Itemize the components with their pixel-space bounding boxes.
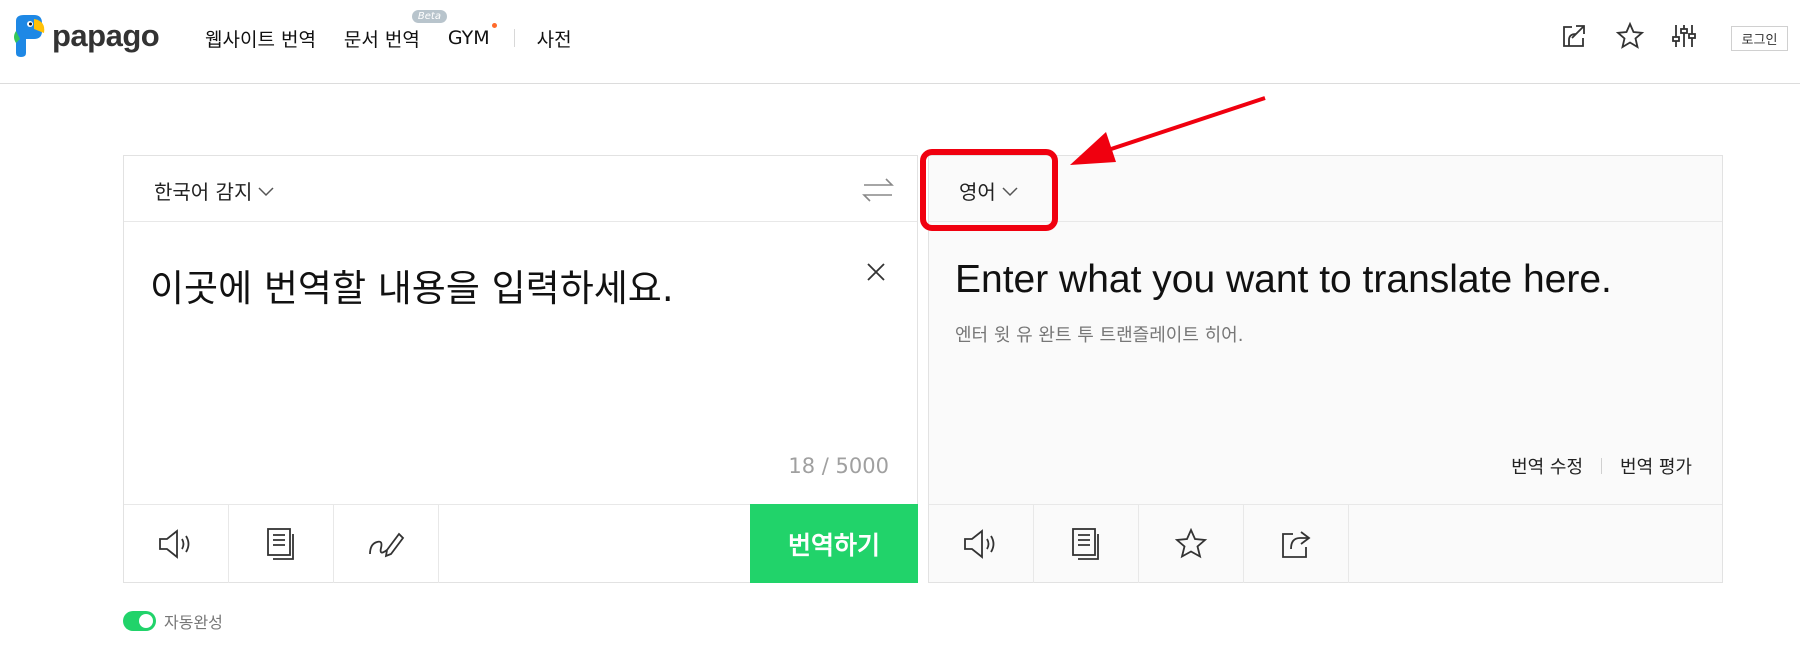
annotation-arrow-icon	[1070, 96, 1266, 165]
source-language-select[interactable]: 한국어 감지	[154, 176, 274, 205]
pronunciation-text: 엔터 윗 유 완트 투 트랜즐레이트 히어.	[955, 325, 1244, 346]
translation-feedback-links: 번역 수정 번역 평가	[1511, 453, 1692, 479]
top-header: papago 웹사이트 번역 문서 번역 Beta GYM 사전 로그인	[0, 0, 1800, 84]
rate-translation-link[interactable]: 번역 평가	[1620, 453, 1692, 479]
language-highlight-box	[920, 149, 1058, 231]
translated-text: Enter what you want to translate here.	[955, 258, 1612, 301]
source-text-input[interactable]: 이곳에 번역할 내용을 입력하세요.	[150, 258, 674, 312]
nav-document-translate-label: 문서 번역	[343, 28, 420, 51]
swap-languages-button[interactable]	[862, 176, 894, 208]
target-copy-button[interactable]	[1034, 505, 1139, 583]
copy-icon	[1072, 528, 1099, 560]
autocomplete-setting: 자동완성	[123, 609, 223, 633]
source-language-label: 한국어 감지	[154, 180, 253, 204]
nav-divider	[513, 29, 515, 47]
speaker-icon	[159, 529, 190, 559]
nav-document-translate[interactable]: 문서 번역 Beta	[343, 9, 447, 52]
clear-text-button[interactable]	[866, 262, 886, 286]
swap-arrows-icon	[862, 178, 894, 202]
nav-dictionary[interactable]: 사전	[537, 25, 572, 52]
settings-button[interactable]	[1668, 20, 1700, 52]
beta-badge: Beta	[411, 9, 447, 23]
target-listen-button[interactable]	[929, 505, 1034, 583]
target-share-button[interactable]	[1244, 505, 1349, 583]
main-nav: 웹사이트 번역 문서 번역 Beta GYM 사전	[205, 9, 600, 56]
login-button[interactable]: 로그인	[1731, 26, 1788, 51]
toggle-knob	[139, 614, 153, 628]
settings-sliders-icon	[1672, 25, 1696, 47]
new-dot-indicator	[491, 23, 497, 28]
source-language-bar: 한국어 감지	[124, 156, 917, 222]
target-favorite-button[interactable]	[1139, 505, 1244, 583]
star-icon	[1615, 21, 1645, 49]
handwriting-button[interactable]	[334, 505, 439, 583]
open-external-button[interactable]	[1558, 20, 1590, 52]
star-icon	[1174, 528, 1208, 559]
nav-gym[interactable]: GYM	[447, 23, 497, 49]
link-divider	[1601, 458, 1603, 474]
nav-website-translate[interactable]: 웹사이트 번역	[205, 25, 316, 52]
source-panel: 한국어 감지 이곳에 번역할 내용을 입력하세요. 18 / 5000 번역하기	[123, 155, 918, 583]
papago-logo[interactable]: papago	[12, 14, 160, 58]
logo-wordmark: papago	[52, 18, 160, 53]
character-counter: 18 / 5000	[788, 454, 889, 478]
autocomplete-toggle[interactable]	[123, 611, 156, 631]
share-icon	[1282, 531, 1311, 558]
favorites-button[interactable]	[1614, 20, 1646, 52]
close-icon	[867, 263, 885, 281]
autocomplete-label: 자동완성	[164, 613, 223, 632]
chevron-down-icon	[258, 186, 274, 196]
translate-button[interactable]: 번역하기	[750, 504, 918, 583]
nav-gym-label: GYM	[447, 27, 490, 49]
parrot-logo-icon	[14, 15, 45, 57]
edit-translation-link[interactable]: 번역 수정	[1511, 453, 1583, 479]
target-toolbar	[929, 504, 1722, 583]
source-listen-button[interactable]	[124, 505, 229, 583]
source-copy-button[interactable]	[229, 505, 334, 583]
copy-icon	[267, 528, 294, 560]
handwriting-icon	[369, 532, 405, 558]
open-external-icon	[1563, 25, 1585, 47]
speaker-icon	[964, 529, 995, 559]
